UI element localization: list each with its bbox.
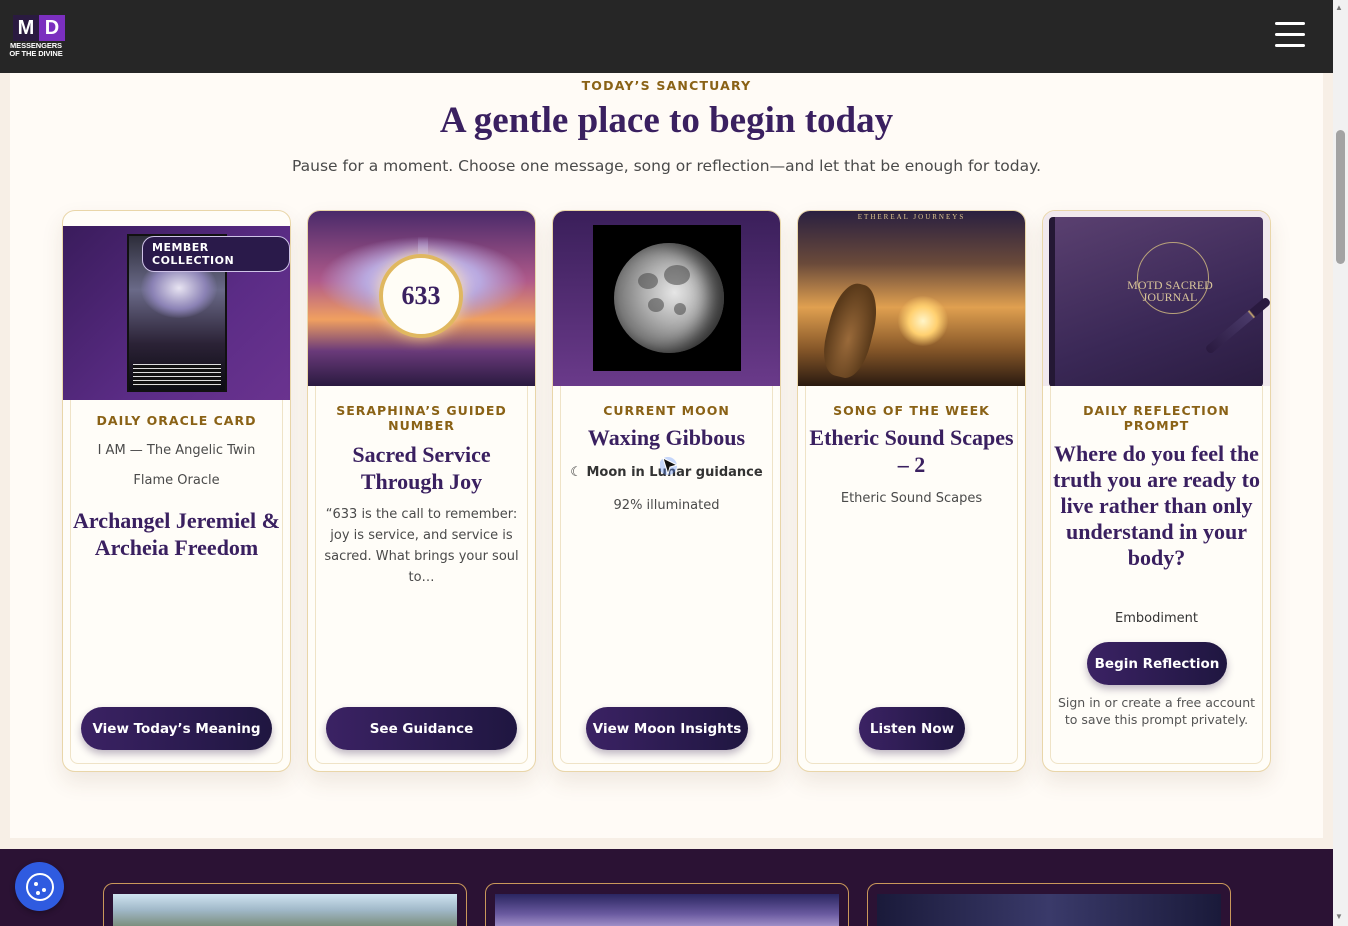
card-label: SONG OF THE WEEK: [833, 403, 990, 418]
begin-reflection-button[interactable]: Begin Reflection: [1087, 642, 1227, 685]
card-label: SERAPHINA’S GUIDED NUMBER: [336, 403, 507, 433]
reflection-prompt: Where do you feel the truth you are read…: [1053, 441, 1260, 570]
journal-image[interactable]: MOTD SACRED JOURNAL: [1043, 211, 1270, 386]
crescent-moon-icon: ☾: [570, 465, 582, 480]
member-collection-badge: MEMBER COLLECTION: [142, 236, 290, 272]
logo-letter-d: D: [39, 15, 65, 41]
card-title: Sacred Service Through Joy: [352, 442, 491, 494]
top-navigation-bar: M D MESSENGERS OF THE DIVINE: [0, 0, 1333, 73]
song-cover-image[interactable]: ETHEREAL JOURNEYS: [798, 211, 1025, 386]
featured-card[interactable]: [103, 883, 467, 926]
section-eyebrow: TODAY’S SANCTUARY: [581, 78, 752, 93]
card-title: Waxing Gibbous: [587, 425, 746, 450]
view-todays-meaning-button[interactable]: View Today’s Meaning: [81, 707, 272, 750]
featured-card[interactable]: [867, 883, 1231, 926]
card-title: Archangel Jeremiel & Archeia Freedom: [73, 508, 280, 560]
logo-letter-m: M: [13, 15, 39, 41]
featured-card-image: [113, 894, 457, 926]
hamburger-menu-icon[interactable]: [1275, 22, 1305, 50]
moon-image[interactable]: [553, 211, 780, 386]
song-cover-caption: ETHEREAL JOURNEYS: [857, 213, 966, 221]
section-subheading: Pause for a moment. Choose one message, …: [291, 157, 1042, 175]
featured-card[interactable]: [485, 883, 849, 926]
guided-number-image[interactable]: 633: [308, 211, 535, 386]
oracle-card-image[interactable]: MEMBER COLLECTION: [63, 226, 290, 400]
guided-number-excerpt: “633 is the call to remember: joy is ser…: [324, 507, 519, 585]
featured-card-image: [877, 894, 1221, 926]
moon-illumination: 92% illuminated: [613, 498, 720, 513]
logo-text-line2: OF THE DIVINE: [9, 49, 63, 58]
card-label: CURRENT MOON: [603, 403, 730, 418]
scroll-up-arrow-icon[interactable]: ▲: [1335, 3, 1343, 12]
view-moon-insights-button[interactable]: View Moon Insights: [586, 707, 748, 750]
sign-in-note: Sign in or create a free account to save…: [1057, 695, 1256, 727]
listen-now-button[interactable]: Listen Now: [859, 707, 965, 750]
scroll-down-arrow-icon[interactable]: ▼: [1335, 912, 1343, 921]
featured-card-image: [495, 894, 839, 926]
guided-number-badge: 633: [379, 254, 463, 338]
logo-wordmark: MESSENGERS OF THE DIVINE: [4, 42, 68, 58]
card-title: Etheric Sound Scapes – 2: [809, 425, 1014, 477]
song-album: Etheric Sound Scapes: [840, 491, 983, 506]
guitar-illustration: [817, 278, 884, 383]
section-heading: A gentle place to begin today: [439, 100, 894, 141]
card-label: DAILY REFLECTION PROMPT: [1083, 403, 1230, 433]
journal-illustration: MOTD SACRED JOURNAL: [1049, 217, 1263, 386]
scrollbar-thumb[interactable]: [1336, 130, 1345, 264]
oracle-deck-name: I AM — The Angelic Twin Flame Oracle: [97, 443, 256, 488]
reflection-category: Embodiment: [1115, 611, 1198, 626]
current-moon-card: CURRENT MOON Waxing Gibbous ☾ Moon in Lu…: [552, 210, 781, 772]
song-of-the-week-card: ETHEREAL JOURNEYS SONG OF THE WEEK Ether…: [797, 210, 1026, 772]
journal-cover-title: MOTD SACRED JOURNAL: [1127, 278, 1213, 304]
site-logo[interactable]: M D MESSENGERS OF THE DIVINE: [4, 15, 68, 61]
mouse-pointer-icon: [660, 457, 679, 476]
daily-reflection-card: MOTD SACRED JOURNAL DAILY REFLECTION PRO…: [1042, 210, 1271, 772]
see-guidance-button[interactable]: See Guidance: [326, 707, 517, 750]
featured-band: [0, 849, 1333, 926]
card-label: DAILY ORACLE CARD: [96, 413, 257, 428]
moon-phase-icon: [614, 243, 724, 353]
guided-number-card: 633 SERAPHINA’S GUIDED NUMBER Sacred Ser…: [307, 210, 536, 772]
oracle-card: MEMBER COLLECTION DAILY ORACLE CARD I AM…: [62, 210, 291, 772]
logo-mark: M D: [13, 15, 65, 41]
cookie-icon[interactable]: [15, 862, 64, 911]
